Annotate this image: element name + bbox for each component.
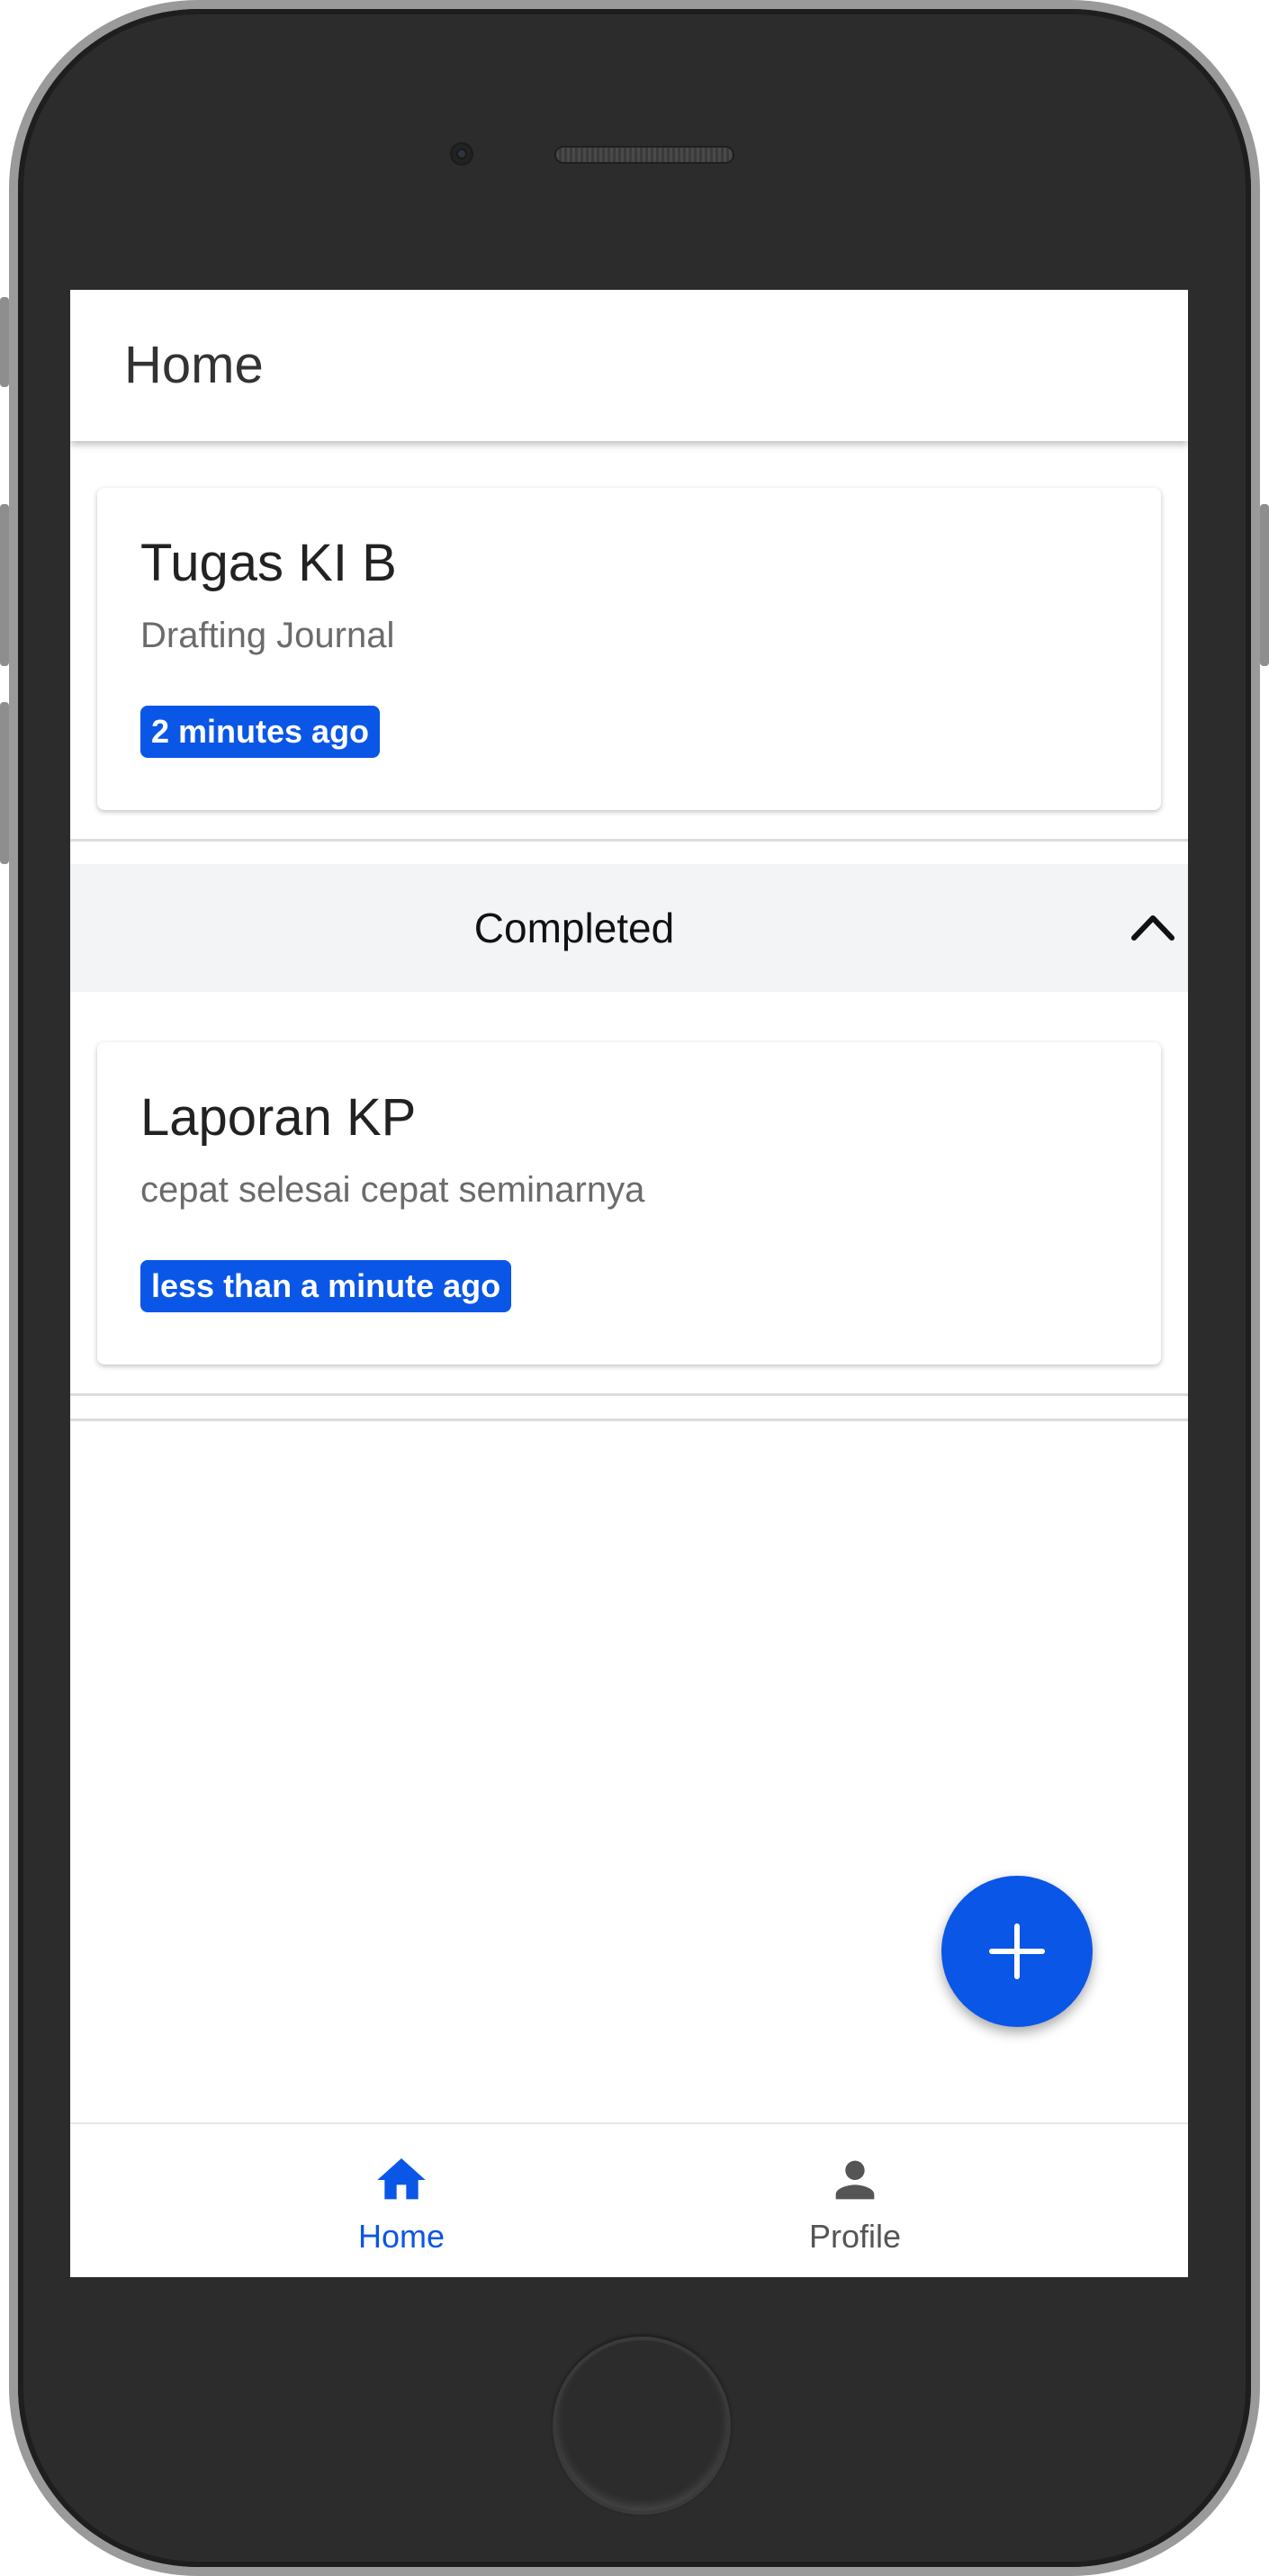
task-description: cepat selesai cepat seminarnya (140, 1170, 645, 1210)
person-icon (835, 2160, 875, 2200)
chevron-up-icon[interactable] (1130, 913, 1175, 941)
page-title: Home (124, 336, 264, 394)
task-card[interactable]: Tugas KI B Drafting Journal 2 minutes ag… (97, 488, 1161, 810)
plus-icon (989, 1923, 1045, 1979)
home-icon (377, 2158, 426, 2200)
app-screen: Home Tugas KI B Drafting Journal 2 minut… (70, 290, 1188, 2277)
nav-label-home: Home (357, 2218, 446, 2255)
completed-task-card[interactable]: Laporan KP cepat selesai cepat seminarny… (97, 1042, 1161, 1365)
volume-down-button (0, 702, 9, 864)
completed-section-title: Completed (473, 905, 675, 951)
divider (70, 1419, 1188, 1421)
earpiece-speaker (554, 146, 734, 164)
completed-section-header[interactable]: Completed (70, 864, 1188, 992)
bottom-navigation: Home Profile (70, 2122, 1188, 2277)
volume-up-button (0, 504, 9, 666)
divider (70, 839, 1188, 842)
task-description: Drafting Journal (140, 616, 395, 655)
hardware-home-button[interactable] (553, 2337, 731, 2515)
front-camera (452, 144, 472, 164)
time-badge: less than a minute ago (140, 1260, 512, 1312)
time-badge: 2 minutes ago (140, 706, 381, 758)
divider (70, 1393, 1188, 1396)
mute-switch (0, 297, 9, 387)
power-button (1260, 504, 1269, 666)
task-title: Laporan KP (140, 1088, 417, 1147)
nav-label-profile: Profile (808, 2218, 902, 2255)
nav-item-home[interactable]: Home (311, 2151, 491, 2259)
app-bar: Home (70, 290, 1188, 441)
task-title: Tugas KI B (140, 534, 397, 592)
add-task-button[interactable] (941, 1876, 1093, 2027)
nav-item-profile[interactable]: Profile (765, 2151, 945, 2259)
